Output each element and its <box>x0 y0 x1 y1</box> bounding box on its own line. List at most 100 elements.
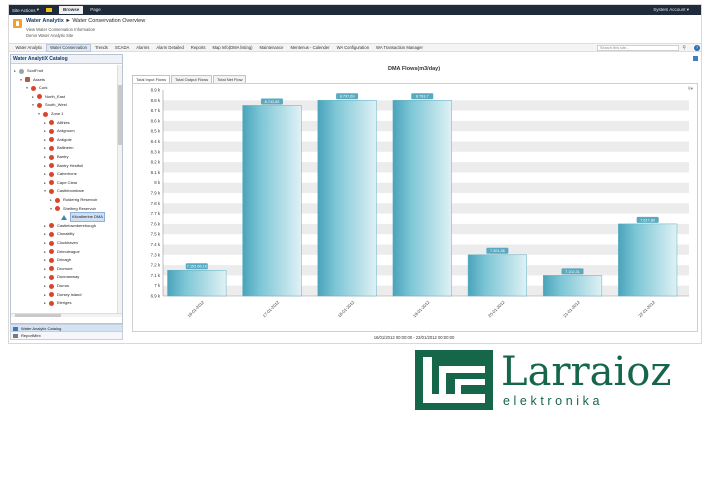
expand-toggle-icon[interactable]: ▾ <box>25 84 29 92</box>
expand-toggle-icon[interactable]: ▸ <box>13 67 17 75</box>
chart-title: DMA Flows(m3/day) <box>387 66 441 72</box>
tree-node[interactable]: ▸ Clockhaven <box>43 239 78 247</box>
expand-toggle-icon[interactable]: ▾ <box>31 101 35 109</box>
tree-node[interactable]: ▸ Caherhone <box>43 170 77 178</box>
search-icon[interactable]: ⚲ <box>682 45 686 51</box>
nav-item[interactable]: Trends <box>91 44 111 52</box>
tree-node[interactable]: ▸ Eleriges <box>43 299 71 307</box>
nav-item[interactable]: WA Configuration <box>333 44 372 52</box>
tree-node[interactable]: ▸ Drimoleague <box>43 248 80 256</box>
report-icon <box>13 334 18 338</box>
tree-vertical-scrollbar[interactable] <box>117 65 122 313</box>
tree-node[interactable]: ▾ Cork <box>25 84 47 92</box>
tree-node-label: Castletownberehough <box>57 222 96 228</box>
expand-toggle-icon[interactable]: ▸ <box>43 136 47 144</box>
breadcrumb-root[interactable]: Water Analytix <box>26 18 64 24</box>
tree-node[interactable]: ▸ Durrus <box>43 282 69 290</box>
x-tick-label: 19-01-2012 <box>412 299 431 318</box>
expand-toggle-icon[interactable]: ▸ <box>43 162 47 170</box>
node-status-icon <box>49 249 54 255</box>
expand-toggle-icon[interactable]: ▾ <box>37 110 41 118</box>
tree-node[interactable]: ▸ Dromore <box>43 265 73 273</box>
catalog-title: Water AnalytiX Catalog <box>11 55 122 64</box>
tab-water-analytix-catalog[interactable]: Water Analytix Catalog <box>10 324 123 332</box>
expand-toggle-icon[interactable]: ▾ <box>49 205 53 213</box>
tree-node[interactable]: ▸ Cape Clear <box>43 179 77 187</box>
nav-item[interactable]: Reports <box>187 44 209 52</box>
nav-item[interactable]: WA Transaction Manager <box>373 44 427 52</box>
expand-toggle-icon[interactable]: ▾ <box>43 187 47 195</box>
expand-toggle-icon[interactable]: ▸ <box>31 93 35 101</box>
tree-node-label: North_East <box>45 93 66 99</box>
tab-total-net-flow[interactable]: Total Net Flow <box>213 75 247 83</box>
expand-toggle-icon[interactable]: ▸ <box>43 299 47 307</box>
tree-node[interactable]: ▾ Castlebombare <box>43 187 84 195</box>
nav-item[interactable]: Water Analytix <box>12 44 46 52</box>
bar <box>317 100 377 297</box>
panel-menu-icon[interactable] <box>693 56 698 61</box>
tree-node[interactable]: ▸ Bantry <box>43 153 69 161</box>
nav-item[interactable]: SCADA <box>111 44 132 52</box>
tree-node[interactable]: ▾ Assets <box>19 76 45 84</box>
tree-node[interactable]: ▸ Dursey Island <box>43 291 81 299</box>
nav-item[interactable]: Alarm Detailed <box>153 44 187 52</box>
expand-toggle-icon[interactable]: ▸ <box>43 179 47 187</box>
tree-node[interactable]: ▸ Ardgroom <box>43 127 75 135</box>
tree-node[interactable]: ▸ Ardigole <box>43 136 72 144</box>
x-tick-label: 22-01-2012 <box>637 299 656 318</box>
tree-node[interactable]: ▾ Zone 1 <box>37 110 63 118</box>
tree-node[interactable]: ▸ ScotFruit <box>13 67 43 75</box>
node-status-icon <box>49 231 54 237</box>
expand-toggle-icon[interactable]: ▸ <box>43 127 47 135</box>
tree-node[interactable]: ▸ Dunmanway <box>43 273 79 281</box>
expand-toggle-icon[interactable]: ▸ <box>43 230 47 238</box>
expand-toggle-icon[interactable]: ▾ <box>19 76 23 84</box>
site-actions-menu[interactable]: Site Actions ▾ <box>12 7 39 13</box>
scrollbar-thumb[interactable] <box>118 85 122 145</box>
tab-page[interactable]: Page <box>86 6 105 14</box>
expand-toggle-icon[interactable]: ▸ <box>43 170 47 178</box>
tree-horizontal-scrollbar[interactable] <box>11 313 122 317</box>
expand-toggle-icon[interactable]: ▸ <box>43 153 47 161</box>
tree-node[interactable]: ▸ Allihies <box>43 119 70 127</box>
expand-toggle-icon[interactable]: ▸ <box>43 256 47 264</box>
tree-node[interactable]: ▸ Drinagh <box>43 256 71 264</box>
tab-reportmint[interactable]: ReportMint <box>10 332 123 340</box>
expand-toggle-icon[interactable]: ▸ <box>43 222 47 230</box>
nav-item[interactable]: Water Conservation <box>45 43 92 52</box>
folder-icon[interactable] <box>46 8 53 12</box>
tree-node[interactable]: ▸ Bantry Hestfull <box>43 162 83 170</box>
tree-node[interactable]: ▸ Ballineen <box>43 144 73 152</box>
tree-node[interactable]: ▸ North_East <box>31 93 65 101</box>
tree-node[interactable]: ▸ Clonakilty <box>43 230 74 238</box>
scrollbar-thumb[interactable] <box>15 314 61 317</box>
expand-toggle-icon[interactable]: ▸ <box>43 248 47 256</box>
help-icon[interactable]: ? <box>694 45 700 51</box>
tab-total-input-flows[interactable]: Total Input Flows <box>132 75 171 83</box>
nav-item[interactable]: Map Info(DMA listing) <box>209 44 256 52</box>
account-menu[interactable]: System Account ▾ <box>653 7 689 13</box>
expand-toggle-icon[interactable]: ▸ <box>43 239 47 247</box>
nav-item[interactable]: Maintenance <box>256 44 287 52</box>
expand-toggle-icon[interactable]: ▸ <box>43 265 47 273</box>
y-tick-label: 7.5 k <box>151 232 161 237</box>
tree-node[interactable]: ▾ South_West <box>31 101 67 109</box>
expand-toggle-icon[interactable]: ▸ <box>43 144 47 152</box>
tab-browse[interactable]: Browse <box>59 6 84 14</box>
expand-toggle-icon[interactable]: ▸ <box>43 291 47 299</box>
search-input[interactable]: Search this site... <box>597 45 679 51</box>
expand-toggle-icon[interactable]: ▸ <box>49 196 53 204</box>
tree-node[interactable]: ▸ Rolderrig Reservoir <box>49 196 97 204</box>
expand-toggle-icon[interactable]: ▸ <box>43 282 47 290</box>
expand-toggle-icon[interactable]: ▸ <box>43 273 47 281</box>
node-status-icon <box>49 154 54 160</box>
y-tick-label: 7 k <box>154 283 161 288</box>
nav-item[interactable]: Mentenus - Calender <box>287 44 333 52</box>
nav-item[interactable]: Alarms <box>133 44 153 52</box>
y-tick-label: 8 k <box>154 180 161 185</box>
zoom-icon[interactable]: ⚲▾ <box>687 86 693 92</box>
tab-total-output-flows[interactable]: Total Output Flows <box>171 75 213 83</box>
tree-node[interactable]: ▸ Castletownberehough <box>43 222 96 230</box>
expand-toggle-icon[interactable]: ▸ <box>43 119 47 127</box>
tree-node[interactable]: Kilcatherine DMA <box>55 212 105 223</box>
